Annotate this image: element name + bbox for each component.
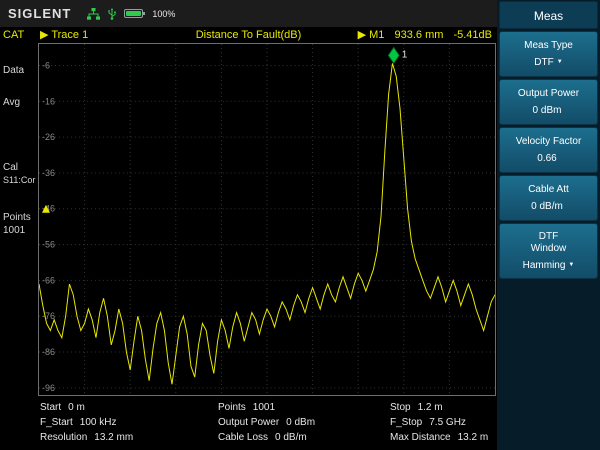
sweep-status-area: Start0 m F_Start100 kHz Resolution13.2 m… [38, 400, 497, 450]
y-tick-label: -56 [42, 240, 55, 250]
status-fstop: F_Stop7.5 GHz [390, 415, 488, 430]
y-tick-label: -16 [42, 96, 55, 106]
status-output-power: Output Power0 dBm [218, 415, 315, 430]
marker-distance: 933.6 mm [394, 29, 443, 41]
cal-label: Cal [3, 162, 18, 173]
dtf-chart: -6-16-26-36-46-56-66-76-86-961 [39, 44, 495, 395]
marker-id: ▶ M1 [358, 29, 385, 41]
softkey-velocity-factor[interactable]: Velocity Factor 0.66 [499, 127, 598, 173]
marker-diamond[interactable] [388, 47, 399, 63]
marker-readout: ▶ M1 933.6 mm -5.41dB [358, 27, 492, 43]
trace-title-bar: CAT ▶ Trace 1 Distance To Fault(dB) ▶ M1… [0, 27, 497, 43]
battery-icon [124, 9, 143, 18]
marker-number-label: 1 [402, 49, 408, 60]
y-tick-label: -26 [42, 132, 55, 142]
softkey-output-power[interactable]: Output Power 0 dBm [499, 79, 598, 125]
lan-icon [87, 8, 100, 20]
status-column-1: Start0 m F_Start100 kHz Resolution13.2 m… [40, 400, 133, 445]
instrument-screen: SIGLENT 100% CAT ▶ Trace 1 D [0, 0, 600, 450]
y-tick-label: -6 [42, 60, 50, 70]
battery-fill [126, 11, 141, 16]
top-status-bar: SIGLENT 100% [0, 0, 497, 27]
measurement-title: Distance To Fault(dB) [196, 27, 302, 43]
mode-indicator: CAT [3, 27, 24, 43]
status-fstart: F_Start100 kHz [40, 415, 133, 430]
chevron-down-icon: ▼ [568, 262, 574, 268]
status-cable-loss: Cable Loss0 dB/m [218, 430, 315, 445]
chevron-down-icon: ▼ [557, 59, 563, 65]
softkey-dtf-window[interactable]: DTF Window Hamming▼ [499, 223, 598, 279]
softkey-meas-type[interactable]: Meas Type DTF▼ [499, 31, 598, 77]
status-start: Start0 m [40, 400, 133, 415]
marker-value: -5.41dB [453, 29, 492, 41]
siglent-logo: SIGLENT [8, 6, 71, 21]
status-stop: Stop1.2 m [390, 400, 488, 415]
menu-title: Meas [499, 1, 598, 29]
battery-percent: 100% [152, 9, 175, 19]
status-max-distance: Max Distance13.2 m [390, 430, 488, 445]
left-annotation-rail: Data Avg Cal S11:Cor Points 1001 [0, 43, 38, 396]
softkey-cable-att[interactable]: Cable Att 0 dB/m [499, 175, 598, 221]
y-tick-label: -66 [42, 275, 55, 285]
status-column-2: Points1001 Output Power0 dBm Cable Loss0… [218, 400, 315, 445]
avg-label: Avg [3, 97, 20, 108]
y-tick-label: -86 [42, 347, 55, 357]
status-points: Points1001 [218, 400, 315, 415]
y-tick-label: -36 [42, 168, 55, 178]
points-value: 1001 [3, 225, 25, 236]
trace-selector[interactable]: ▶ Trace 1 [40, 27, 88, 43]
y-tick-label: -96 [42, 383, 55, 393]
data-label: Data [3, 65, 24, 76]
plot-area[interactable]: -6-16-26-36-46-56-66-76-86-961 [38, 43, 496, 396]
status-icons: 100% [87, 8, 175, 20]
softkey-menu: Meas Meas Type DTF▼ Output Power 0 dBm V… [497, 0, 600, 450]
usb-icon [107, 8, 117, 20]
points-label: Points [3, 212, 31, 223]
status-column-3: Stop1.2 m F_Stop7.5 GHz Max Distance13.2… [390, 400, 488, 445]
cal-state-label: S11:Cor [3, 175, 35, 185]
status-resolution: Resolution13.2 mm [40, 430, 133, 445]
